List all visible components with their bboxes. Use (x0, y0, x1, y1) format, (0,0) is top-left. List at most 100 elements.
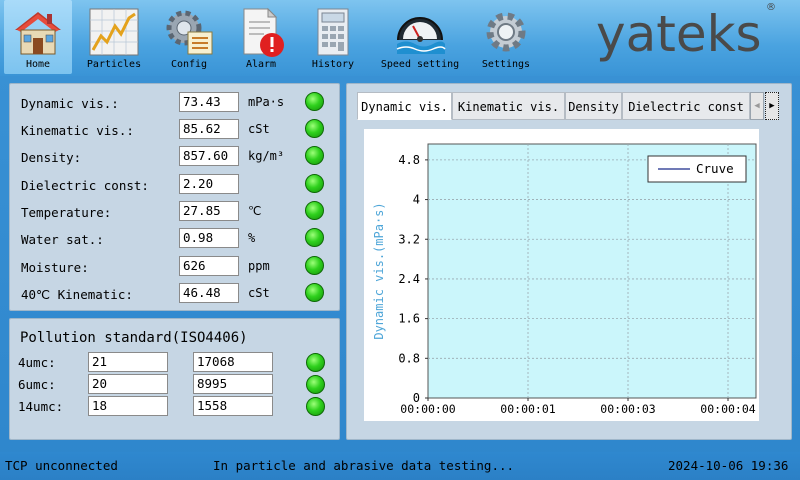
status-led-icon (305, 92, 324, 111)
nav-settings-button[interactable]: Settings (472, 0, 540, 74)
nav-history-label: History (311, 59, 355, 70)
pollution-count-field[interactable]: 8995 (193, 374, 273, 394)
param-row-kinematic-vis: Kinematic vis.: 85.62 cSt (10, 119, 341, 141)
status-led-icon (305, 146, 324, 165)
pollution-row-label: 14umc: (18, 399, 64, 414)
y-tick-label: 1.6 (398, 312, 420, 326)
config-gear-icon (166, 10, 213, 55)
param-unit: % (248, 231, 256, 245)
pollution-count-field[interactable]: 1558 (193, 396, 273, 416)
param-label: Moisture: (21, 260, 89, 275)
param-label: Density: (21, 150, 82, 165)
nav-config-label: Config (170, 59, 208, 70)
particles-chart-icon (89, 8, 139, 56)
nav-speed-setting-label: Speed setting (380, 59, 460, 70)
brand-registered-mark: ® (766, 2, 776, 13)
param-value-field[interactable]: 27.85 (179, 201, 239, 221)
pollution-row-6umc: 6umc: 20 8995 (10, 374, 341, 396)
param-unit: kg/m³ (248, 149, 285, 163)
nav-particles-button[interactable]: Particles (80, 0, 148, 74)
param-value-field[interactable]: 85.62 (179, 119, 239, 139)
nav-home-label: Home (25, 59, 51, 70)
x-tick-label: 00:00:04 (700, 402, 755, 416)
param-label: Kinematic vis.: (21, 123, 134, 138)
param-row-moisture: Moisture: 626 ppm (10, 256, 341, 278)
param-value-field[interactable]: 857.60 (179, 146, 239, 166)
pollution-count-field[interactable]: 17068 (193, 352, 273, 372)
status-led-icon (305, 228, 324, 247)
alarm-document-icon (243, 7, 284, 57)
connection-status: TCP unconnected (5, 458, 118, 473)
status-bar: TCP unconnected In particle and abrasive… (0, 452, 800, 480)
status-led-icon (305, 283, 324, 302)
nav-speed-setting-button[interactable]: Speed setting (377, 0, 463, 74)
brand-logo: yateks (596, 5, 762, 63)
param-value-field[interactable]: 46.48 (179, 283, 239, 303)
tab-dielectric-const[interactable]: Dielectric const (622, 92, 750, 120)
param-row-temperature: Temperature: 27.85 ℃ (10, 201, 341, 223)
tab-dynamic-vis[interactable]: Dynamic vis. (357, 92, 452, 120)
param-value-field[interactable]: 0.98 (179, 228, 239, 248)
status-led-icon (305, 119, 324, 138)
x-tick-label: 00:00:01 (500, 402, 555, 416)
tab-kinematic-vis[interactable]: Kinematic vis. (452, 92, 565, 120)
tab-scroll-left-icon[interactable]: ◀ (750, 92, 764, 120)
param-value-field[interactable]: 626 (179, 256, 239, 276)
pollution-code-field[interactable]: 20 (88, 374, 168, 394)
speed-gauge-icon (396, 17, 446, 54)
param-row-dynamic-vis: Dynamic vis.: 73.43 mPa·s (10, 92, 341, 114)
status-led-icon (306, 375, 325, 394)
param-unit: ℃ (248, 204, 262, 218)
y-axis-label: Dynamic vis.(mPa·s) (372, 202, 386, 339)
tab-scroll-right-icon[interactable]: ▶ (765, 92, 779, 120)
status-led-icon (305, 174, 324, 193)
parameters-panel: Dynamic vis.: 73.43 mPa·s Kinematic vis.… (9, 83, 340, 311)
param-row-dielectric-const: Dielectric const: 2.20 (10, 174, 341, 196)
nav-history-button[interactable]: History (299, 0, 367, 74)
param-unit: mPa·s (248, 95, 285, 109)
pollution-row-14umc: 14umc: 18 1558 (10, 396, 341, 418)
chart-panel: Dynamic vis. Kinematic vis. Density Diel… (346, 83, 792, 440)
nav-settings-label: Settings (481, 59, 531, 70)
chart-tab-strip: Dynamic vis. Kinematic vis. Density Diel… (357, 92, 757, 120)
pollution-code-field[interactable]: 21 (88, 352, 168, 372)
status-datetime: 2024-10-06 19:36 (668, 458, 789, 473)
top-navigation-bar: Home Particles Config Alarm History Spee… (0, 0, 800, 76)
status-message: In particle and abrasive data testing... (213, 458, 515, 473)
y-tick-label: 4 (413, 193, 420, 207)
settings-gear-icon (486, 12, 526, 52)
pollution-title: Pollution standard(ISO4406) (20, 330, 248, 346)
x-tick-label: 00:00:03 (600, 402, 655, 416)
nav-alarm-label: Alarm (245, 59, 277, 70)
nav-particles-label: Particles (86, 59, 142, 70)
param-label: 40℃ Kinematic: (21, 287, 133, 302)
history-calculator-icon (317, 8, 349, 56)
y-tick-label: 0.8 (398, 351, 420, 365)
status-led-icon (306, 353, 325, 372)
dynamic-vis-chart: 00.81.62.43.244.800:00:00 00:00:01 00:00:0… (372, 143, 757, 416)
param-unit: ppm (248, 259, 270, 273)
status-led-icon (305, 201, 324, 220)
param-label: Temperature: (21, 205, 112, 220)
pollution-row-4umc: 4umc: 21 17068 (10, 352, 341, 374)
param-value-field[interactable]: 73.43 (179, 92, 239, 112)
y-tick-label: 2.4 (398, 272, 420, 286)
param-row-water-sat: Water sat.: 0.98 % (10, 228, 341, 250)
param-unit: cSt (248, 286, 270, 300)
param-value-field[interactable]: 2.20 (179, 174, 239, 194)
param-row-density: Density: 857.60 kg/m³ (10, 146, 341, 168)
param-label: Dielectric const: (21, 178, 149, 193)
nav-config-button[interactable]: Config (155, 0, 223, 74)
param-label: Water sat.: (21, 232, 104, 247)
x-tick-label: 00:00:00 (400, 402, 455, 416)
pollution-code-field[interactable]: 18 (88, 396, 168, 416)
tab-density[interactable]: Density (565, 92, 622, 120)
pollution-standard-panel: Pollution standard(ISO4406) 4umc: 21 170… (9, 318, 340, 440)
status-led-icon (306, 397, 325, 416)
param-label: Dynamic vis.: (21, 96, 119, 111)
nav-alarm-button[interactable]: Alarm (227, 0, 295, 74)
chart-area: 0 0.8 1.6 2.4 3.2 4 4.8 00:00:00 00:00:01 00:00:0… (364, 129, 759, 421)
pollution-row-label: 6umc: (18, 377, 56, 392)
nav-home-button[interactable]: Home (4, 0, 72, 74)
param-unit: cSt (248, 122, 270, 136)
